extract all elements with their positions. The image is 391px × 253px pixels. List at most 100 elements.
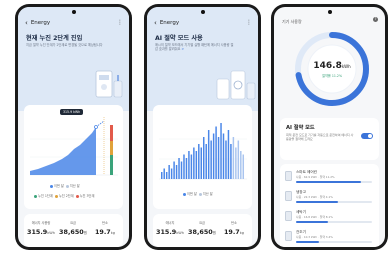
current-point <box>94 125 98 129</box>
device-row[interactable]: 스마트 에어컨 사용 · 62.9 kWh · 절약 11.2% <box>285 170 375 188</box>
back-arrow-icon[interactable]: ‹ <box>154 20 157 27</box>
legend-row-1: 이번 달 지난 달 <box>50 183 80 188</box>
description: 매시의 절약 모드에서 기기별 실행 패턴에 에너지 사용량 절감 효과를 알려… <box>155 43 235 52</box>
legend-last-month: 지난 달 <box>202 192 213 196</box>
ai-saving-title: AI 절약 모드 <box>286 125 315 131</box>
stat-carbon-label: 탄소 <box>231 221 237 225</box>
stat-cost-unit: 원 <box>83 231 87 235</box>
usage-bar <box>178 158 180 179</box>
usage-bar <box>210 140 212 179</box>
headline: AI 절약 모드 사용 <box>155 35 203 42</box>
stat-carbon-unit: kg <box>110 231 116 235</box>
device-info: 사용 · 16.8 kWh · 절약 8.1% <box>296 215 333 219</box>
usage-bar <box>195 151 198 179</box>
back-arrow-icon[interactable]: ‹ <box>25 20 28 27</box>
stat-energy: 에너지 사용량 315.9kWh <box>26 220 56 236</box>
usage-bar <box>173 161 175 179</box>
device-row[interactable]: 건조기 사용 · 10.3 kWh · 절약 3.4% <box>285 230 375 247</box>
usage-bar <box>230 144 232 179</box>
stat-cost-value: 38,650 <box>59 228 84 236</box>
stat-energy-label: 에너지 <box>165 221 175 225</box>
legend-this-month: 이번 달 <box>187 192 197 196</box>
air-conditioner-icon <box>285 171 292 181</box>
device-row[interactable]: 세탁기 사용 · 16.8 kWh · 절약 8.1% <box>285 210 375 228</box>
phone-device-usage: 기기 사용량 ? 146.8kWh 절약률 11.2% AI 절약 모드 최적 … <box>271 4 388 250</box>
app-header: ‹ Energy <box>25 20 51 27</box>
stat-cost: 요금 38,650원 <box>187 220 217 236</box>
ring-unit: kWh <box>341 63 351 69</box>
usage-bar-card: 이번 달 지난 달 <box>153 105 252 209</box>
device-info: 사용 · 10.3 kWh · 절약 3.4% <box>296 235 333 239</box>
usage-bar <box>170 168 173 179</box>
device-usage-fill <box>296 201 338 203</box>
status-bar <box>147 7 258 15</box>
stat-energy-value: 315.9 <box>27 228 48 236</box>
device-usage-bar <box>296 221 372 223</box>
usage-graph-card: 315.9 kWh 이번 달 지난 달 누진 1단계 누진 2단계 누진 3단계 <box>24 105 123 209</box>
headline: 현재 누진 2단계 진입 <box>26 35 83 42</box>
appliance-illustration-icon <box>216 70 256 100</box>
stat-cost-label: 요금 <box>199 221 205 225</box>
camera-icon <box>327 10 332 14</box>
device-row[interactable]: 냉장고 사용 · 22.3 kWh · 절약 4.1% <box>285 190 375 208</box>
usage-bar <box>227 130 230 179</box>
usage-bar <box>232 137 235 179</box>
usage-bar <box>185 158 188 179</box>
device-info: 사용 · 62.9 kWh · 절약 11.2% <box>296 175 335 179</box>
more-link[interactable]: > <box>182 47 185 51</box>
ai-saving-description: 최적 운전 모드로 기기를 자동으로 운전하여 에너지 사용량을 절약해 드려요 <box>286 133 354 141</box>
device-info: 사용 · 22.3 kWh · 절약 4.1% <box>296 195 333 199</box>
ai-saving-toggle[interactable] <box>361 133 373 139</box>
status-bar <box>18 7 129 15</box>
legend-last-month: 지난 달 <box>69 184 80 188</box>
usage-bar <box>215 126 217 179</box>
stat-cost-value: 38,650 <box>188 228 213 236</box>
stats-card: 에너지 315.9kWh 요금 38,650원 탄소 19.7kg <box>153 214 252 247</box>
usage-bar <box>203 137 205 179</box>
camera-icon <box>71 10 76 14</box>
refrigerator-icon <box>285 191 292 201</box>
usage-bar <box>225 140 227 179</box>
header-title: Energy <box>30 20 51 26</box>
usage-bar <box>237 140 240 179</box>
status-bar <box>274 7 385 15</box>
ring-center: 146.8kWh 절약률 11.2% <box>292 29 372 109</box>
help-icon[interactable]: ? <box>373 17 378 22</box>
usage-bar <box>198 144 200 179</box>
usage-bar <box>175 165 178 179</box>
legend-this-month: 이번 달 <box>54 184 64 188</box>
device-usage-fill <box>296 241 319 243</box>
usage-bar <box>200 147 203 179</box>
device-usage-bar <box>296 181 372 183</box>
more-options-icon[interactable]: ⋮ <box>117 19 123 26</box>
stat-cost-unit: 원 <box>212 231 216 235</box>
stat-energy-unit: kWh <box>176 231 184 235</box>
phone-energy-progressive: ‹ Energy ⋮ 현재 누진 2단계 진입 지금 절약 누진 단계가 2단계… <box>15 4 132 250</box>
usage-bar <box>222 133 225 179</box>
usage-bar <box>242 154 245 179</box>
usage-bar <box>212 133 215 179</box>
stat-carbon: 탄소 19.7kg <box>90 220 120 236</box>
usage-bar <box>235 147 237 179</box>
more-options-icon[interactable]: ⋮ <box>246 19 252 26</box>
stat-energy-value: 315.9 <box>156 228 177 236</box>
usage-bar <box>188 151 190 179</box>
meter-illustration-icon <box>95 70 123 98</box>
stat-carbon: 탄소 19.7kg <box>219 220 249 236</box>
usage-bar <box>163 168 165 179</box>
usage-bar <box>205 144 207 179</box>
legend-level-2: 누진 2단계 <box>58 194 74 198</box>
usage-bar <box>240 151 242 179</box>
screen: ‹ Energy ⋮ AI 절약 모드 사용 매시의 절약 모드에서 기기별 실… <box>147 7 258 247</box>
usage-area <box>30 127 96 175</box>
usage-bar <box>193 147 195 179</box>
stats-card: 에너지 사용량 315.9kWh 요금 38,650원 탄소 19.7kg <box>24 214 123 247</box>
device-usage-fill <box>296 181 361 183</box>
stat-carbon-label: 탄소 <box>102 221 108 225</box>
legend: 이번 달 지난 달 <box>183 191 213 196</box>
device-list-card: 스마트 에어컨 사용 · 62.9 kWh · 절약 11.2% 냉장고 사용 … <box>280 164 379 247</box>
usage-bar <box>190 154 193 179</box>
screen: 기기 사용량 ? 146.8kWh 절약률 11.2% AI 절약 모드 최적 … <box>274 7 385 247</box>
phone-ai-saving: ‹ Energy ⋮ AI 절약 모드 사용 매시의 절약 모드에서 기기별 실… <box>144 4 261 250</box>
ring-value: 146.8 <box>313 60 342 71</box>
